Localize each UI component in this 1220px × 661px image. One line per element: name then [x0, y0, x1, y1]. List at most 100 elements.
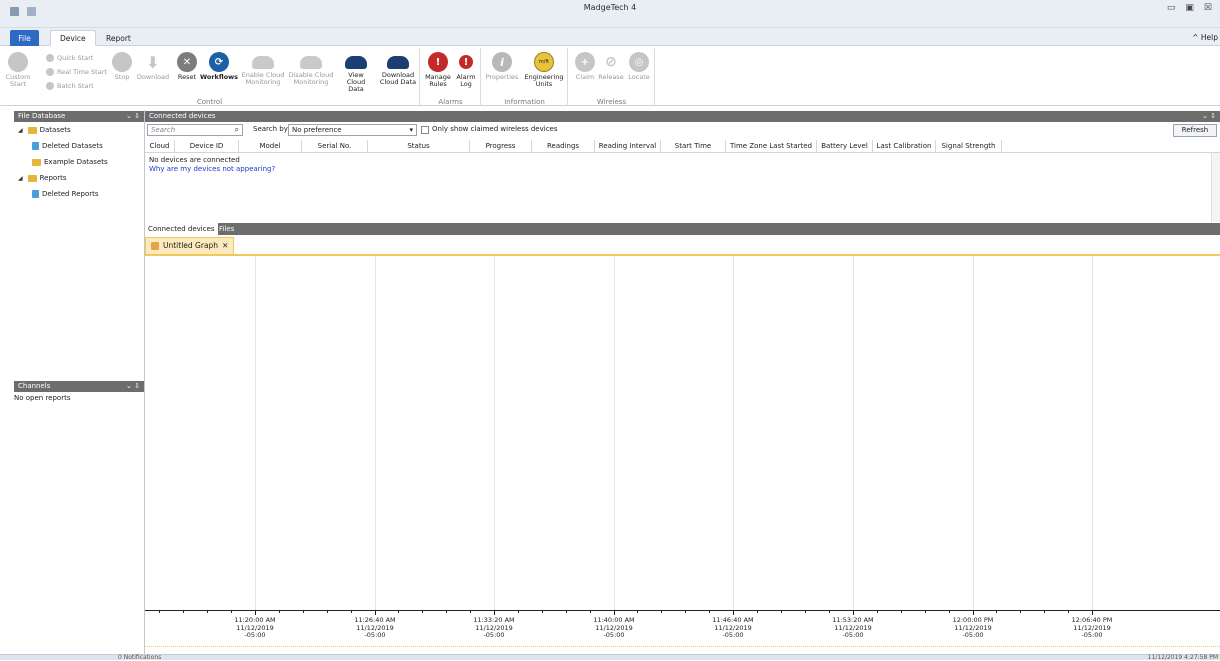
major-tick [494, 610, 495, 615]
release-icon: ⊘ [605, 53, 617, 70]
refresh-button[interactable]: Refresh [1173, 124, 1217, 137]
cloud-download-icon [387, 56, 409, 69]
play-icon [8, 52, 28, 72]
x-axis [145, 610, 1220, 611]
connected-devices-pin-icon[interactable]: ⌄ ⇩ [1202, 111, 1216, 122]
channels-empty-text: No open reports [14, 394, 71, 402]
major-tick [255, 610, 256, 615]
scrollbar[interactable] [1211, 153, 1220, 222]
enable-cloud-button[interactable]: Enable Cloud Monitoring [240, 52, 286, 86]
collapse-icon[interactable]: ◢ [18, 175, 23, 182]
tab-file[interactable]: File [10, 30, 39, 46]
title-bar: MadgeTech 4 ▭ ▣ ☒ [0, 0, 1220, 28]
graph-plot-area[interactable] [145, 256, 1220, 612]
graph-document-tab[interactable]: Untitled Graph ✕ [145, 237, 235, 254]
tree-label: Deleted Reports [42, 190, 99, 198]
alarm-log-button[interactable]: ! Alarm Log [453, 52, 479, 88]
column-header[interactable]: Time Zone Last Started [726, 140, 817, 152]
file-database-pin-icon[interactable]: ⌄ ⇩ [126, 111, 140, 122]
tick-label: 11:20:00 AM 11/12/2019 -05:00 [220, 616, 290, 640]
quick-start-button[interactable]: Quick Start [46, 54, 93, 62]
collapse-icon[interactable]: ◢ [18, 127, 23, 134]
search-by-select[interactable]: No preference ▾ [288, 124, 417, 136]
column-header[interactable]: Start Time [661, 140, 726, 152]
tick-label: 12:00:00 PM 11/12/2019 -05:00 [938, 616, 1008, 640]
help-button[interactable]: ^ Help [1192, 33, 1218, 42]
close-icon[interactable]: ☒ [1204, 3, 1212, 13]
column-header[interactable]: Model [239, 140, 302, 152]
release-button[interactable]: ⊘ Release [597, 52, 625, 81]
restore-icon[interactable]: ▣ [1185, 3, 1194, 13]
column-header[interactable]: Device ID [175, 140, 239, 152]
folder-icon [27, 174, 37, 182]
minor-tick [303, 610, 304, 613]
chevron-down-icon: ▾ [409, 126, 413, 134]
tree-item-deleted-reports[interactable]: Deleted Reports [32, 190, 99, 198]
minor-tick [877, 610, 878, 613]
real-time-start-button[interactable]: Real Time Start [46, 68, 107, 76]
column-header[interactable]: Status [368, 140, 470, 152]
minor-tick [590, 610, 591, 613]
tree-item-datasets[interactable]: ◢ Datasets [18, 126, 71, 134]
search-icon[interactable]: ⌕ [235, 125, 239, 135]
locate-button[interactable]: ◎ Locate [625, 52, 653, 81]
tab-report[interactable]: Report [96, 30, 141, 46]
tree-item-deleted-datasets[interactable]: Deleted Datasets [32, 142, 103, 150]
claim-button[interactable]: + Claim [573, 52, 597, 81]
search-by-label: Search by: [253, 125, 290, 133]
column-header[interactable]: Progress [470, 140, 532, 152]
download-cloud-data-button[interactable]: Download Cloud Data [378, 52, 418, 86]
close-tab-icon[interactable]: ✕ [222, 238, 228, 254]
view-cloud-data-button[interactable]: View Cloud Data [338, 52, 374, 93]
minor-tick [1020, 610, 1021, 613]
manage-rules-button[interactable]: ! Manage Rules [424, 52, 452, 88]
search-input[interactable]: Search ⌕ [147, 124, 243, 136]
column-header[interactable]: Last Calibration [873, 140, 936, 152]
release-label: Release [598, 73, 624, 81]
tab-device[interactable]: Device [50, 30, 96, 46]
search-placeholder: Search [151, 126, 176, 134]
download-button[interactable]: ⬇ Download [134, 52, 172, 81]
search-by-value: No preference [292, 126, 342, 134]
minor-tick [422, 610, 423, 613]
column-header[interactable]: Reading Interval [595, 140, 661, 152]
no-devices-text: No devices are connected [149, 156, 240, 164]
panel-tabs: Connected devices Files [145, 223, 1220, 235]
properties-button[interactable]: i Properties [484, 52, 520, 81]
notifications-text[interactable]: 0 Notifications [118, 655, 161, 661]
header-rule [145, 152, 1220, 153]
tick-label: 11:53:20 AM 11/12/2019 -05:00 [818, 616, 888, 640]
information-group: i Properties m/ft Engineering Units Info… [482, 48, 568, 106]
channels-title: Channels [18, 382, 51, 390]
column-header[interactable]: Signal Strength [936, 140, 1002, 152]
stop-label: Stop [114, 73, 130, 81]
locate-label: Locate [628, 73, 650, 81]
workflows-button[interactable]: ⟳ Workflows [200, 52, 238, 81]
tick-label: 11:40:00 AM 11/12/2019 -05:00 [579, 616, 649, 640]
disable-cloud-button[interactable]: Disable Cloud Monitoring [288, 52, 334, 86]
why-not-appearing-link[interactable]: Why are my devices not appearing? [149, 165, 275, 173]
channels-pin-icon[interactable]: ⌄ ⇩ [126, 381, 140, 392]
tick-label: 12:06:40 PM 11/12/2019 -05:00 [1057, 616, 1127, 640]
minor-tick [757, 610, 758, 613]
tab-connected-devices[interactable]: Connected devices [145, 223, 218, 235]
column-header[interactable]: Readings [532, 140, 595, 152]
folder-icon [32, 158, 41, 166]
only-claimed-checkbox[interactable] [421, 126, 429, 134]
engineering-units-button[interactable]: m/ft Engineering Units [522, 52, 566, 88]
minimize-icon[interactable]: ▭ [1167, 3, 1176, 13]
column-header[interactable]: Battery Level [817, 140, 873, 152]
column-header[interactable]: Cloud [145, 140, 175, 152]
tick-label-tz: -05:00 [962, 631, 984, 639]
reset-button[interactable]: ✕ Reset [174, 52, 200, 81]
tab-files[interactable]: Files [219, 223, 234, 235]
custom-start-button[interactable]: Custom Start [4, 52, 32, 88]
minor-tick [327, 610, 328, 613]
window-controls: ▭ ▣ ☒ [1167, 3, 1212, 13]
engineering-units-label: Engineering Units [524, 73, 564, 88]
tree-item-example-datasets[interactable]: Example Datasets [32, 158, 108, 166]
stop-button[interactable]: Stop [110, 52, 134, 81]
column-header[interactable]: Serial No. [302, 140, 368, 152]
batch-start-button[interactable]: Batch Start [46, 82, 94, 90]
tree-item-reports[interactable]: ◢ Reports [18, 174, 66, 182]
